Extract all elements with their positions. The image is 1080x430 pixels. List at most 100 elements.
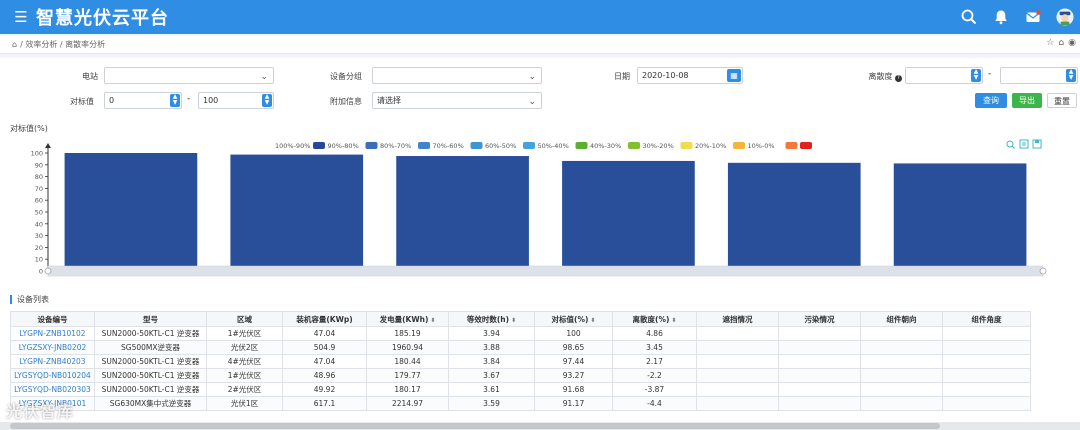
sort-icon[interactable]: ⬍ [511, 317, 516, 324]
breadcrumb-bar: ⌂ / 效率分析 / 离散率分析 ☆ ⌂ ◉ [0, 36, 1080, 54]
slider-handle-left[interactable] [44, 267, 52, 275]
table-cell: 2#光伏区 [206, 382, 283, 397]
bell-icon[interactable] [992, 8, 1010, 26]
table-cell: SG500MX逆变器 [94, 340, 207, 355]
avatar[interactable] [1056, 8, 1074, 26]
table-row[interactable]: LYGPN-ZNB40203 SUN2000-50KTL-C1 逆变器 4#光伏区 4… [10, 354, 1031, 369]
mail-icon[interactable] [1024, 8, 1042, 26]
table-row[interactable]: LYGSYQD-NB010204 SUN2000-50KTL-C1 逆变器 1#光伏… [10, 368, 1031, 383]
legend-swatch[interactable] [628, 142, 640, 149]
sort-icon[interactable]: ⬍ [590, 317, 595, 324]
legend-swatch[interactable] [733, 142, 745, 149]
zoom-icon[interactable] [1006, 140, 1015, 149]
table-row[interactable]: LYGZSXY-JNB0101 SG630MX集中式逆变器 光伏1区 617.1 221… [10, 396, 1031, 411]
table-cell [942, 326, 1031, 341]
column-header: 遮挡情况 [696, 311, 779, 327]
chart-legend: 100%-90% 90%-80% 80%-70% 70%-60% 60%-50% 50%-… [275, 142, 812, 150]
y-tick-label: 80 [35, 173, 43, 181]
slider-handle-right[interactable] [1039, 267, 1047, 275]
search-icon[interactable] [960, 8, 978, 26]
y-tick-label: 50 [35, 209, 43, 217]
star-icon[interactable]: ☆ [1046, 38, 1054, 48]
chart-toolbox [1006, 139, 1042, 149]
top-bar: ☰ 智慧光伏云平台 [0, 0, 1080, 34]
legend-swatch[interactable] [575, 142, 588, 149]
table-cell [942, 396, 1031, 411]
table-cell: 3.45 [612, 340, 697, 355]
legend-label: 10%-0% [748, 142, 775, 150]
sort-icon[interactable]: ⬍ [671, 317, 676, 324]
table-cell: 617.1 [282, 396, 367, 411]
table-cell [860, 368, 943, 383]
legend-swatch[interactable] [470, 142, 483, 149]
table-cell: SG630MX集中式逆变器 [94, 396, 207, 411]
table-cell: 91.68 [534, 382, 613, 397]
table-cell: 180.17 [366, 382, 449, 397]
breadcrumb-actions: ☆ ⌂ ◉ [1046, 38, 1076, 48]
legend-swatch[interactable] [523, 142, 535, 149]
bar[interactable] [230, 154, 364, 271]
horizontal-scrollbar[interactable] [0, 422, 1080, 430]
column-header[interactable]: 离散度(%) ⬍ [612, 311, 697, 327]
table-row[interactable]: LYGZSXY-JNB0202 SG500MX逆变器 光伏2区 504.9 1960.9… [10, 340, 1031, 355]
device-id-link[interactable]: LYGZSXY-JNB0202 [10, 340, 95, 355]
table-cell [696, 396, 779, 411]
legend-swatch[interactable] [418, 142, 430, 149]
table-cell [778, 354, 861, 369]
table-row[interactable]: LYGPN-ZNB10102 SUN2000-50KTL-C1 逆变器 1#光伏区 4… [10, 326, 1031, 341]
table-cell: 100 [534, 326, 613, 341]
legend-swatch[interactable] [313, 142, 325, 149]
device-table: 设备编号 型号 区域 装机容量(KWp) 发电量(KWh) ⬍ 等效时数(h) ⬍ 对标值(%)… [10, 311, 1031, 411]
column-header: 组件角度 [942, 311, 1031, 327]
table-row[interactable]: LYGSYQD-NB020303 SUN2000-50KTL-C1 逆变器 2#光伏… [10, 382, 1031, 397]
data-zoom-slider[interactable] [44, 265, 1047, 277]
table-cell: 3.88 [448, 340, 535, 355]
section-title: 设备列表 [10, 295, 49, 304]
legend-swatch[interactable] [785, 142, 798, 149]
legend-swatch[interactable] [680, 142, 693, 149]
sort-icon[interactable]: ⬍ [430, 317, 435, 324]
legend-swatch[interactable] [800, 142, 812, 149]
table-cell: 光伏1区 [206, 396, 283, 411]
bar[interactable] [727, 162, 861, 271]
bar[interactable] [562, 160, 695, 271]
table-cell: 3.59 [448, 396, 535, 411]
bar[interactable] [396, 156, 529, 271]
table-body: LYGPN-ZNB10102 SUN2000-50KTL-C1 逆变器 1#光伏区 4… [10, 326, 1031, 411]
column-header[interactable]: 发电量(KWh) ⬍ [366, 311, 449, 327]
device-id-link[interactable]: LYGPN-ZNB10102 [10, 326, 95, 341]
menu-icon[interactable]: ☰ [6, 0, 36, 34]
bar[interactable] [64, 153, 198, 271]
column-header[interactable]: 对标值(%) ⬍ [534, 311, 613, 327]
breadcrumb: / 效率分析 / 离散率分析 [20, 40, 106, 49]
legend-label: 100%-90% [275, 142, 310, 150]
table-cell: -2.2 [612, 368, 697, 383]
device-id-link[interactable]: LYGSYQD-NB020303 [10, 382, 95, 397]
table-cell: 49.92 [282, 382, 367, 397]
table-cell: SUN2000-50KTL-C1 逆变器 [94, 382, 207, 397]
table-cell: 180.44 [366, 354, 449, 369]
table-cell [778, 368, 861, 383]
data-view-icon[interactable] [1019, 139, 1029, 149]
save-image-icon[interactable] [1032, 139, 1042, 149]
y-tick-label: 10 [35, 256, 43, 264]
column-header: 区域 [206, 311, 283, 327]
scrollbar-thumb[interactable] [10, 423, 940, 429]
device-id-link[interactable]: LYGSYQD-NB010204 [10, 368, 95, 383]
table-cell [778, 382, 861, 397]
legend-label: 40%-30% [590, 142, 621, 150]
column-header: 污染情况 [778, 311, 861, 327]
legend-swatch[interactable] [365, 142, 378, 149]
column-header[interactable]: 等效时数(h) ⬍ [448, 311, 535, 327]
table-cell [696, 382, 779, 397]
home-icon[interactable]: ⌂ [12, 40, 17, 49]
legend-label: 80%-70% [380, 142, 411, 150]
settings-icon[interactable]: ◉ [1068, 38, 1076, 48]
bar[interactable] [893, 163, 1027, 271]
home-shortcut-icon[interactable]: ⌂ [1058, 38, 1064, 48]
table-cell: -4.4 [612, 396, 697, 411]
column-header: 组件朝向 [860, 311, 943, 327]
table-cell [942, 340, 1031, 355]
y-tick-label: 40 [35, 220, 43, 228]
device-id-link[interactable]: LYGPN-ZNB40203 [10, 354, 95, 369]
